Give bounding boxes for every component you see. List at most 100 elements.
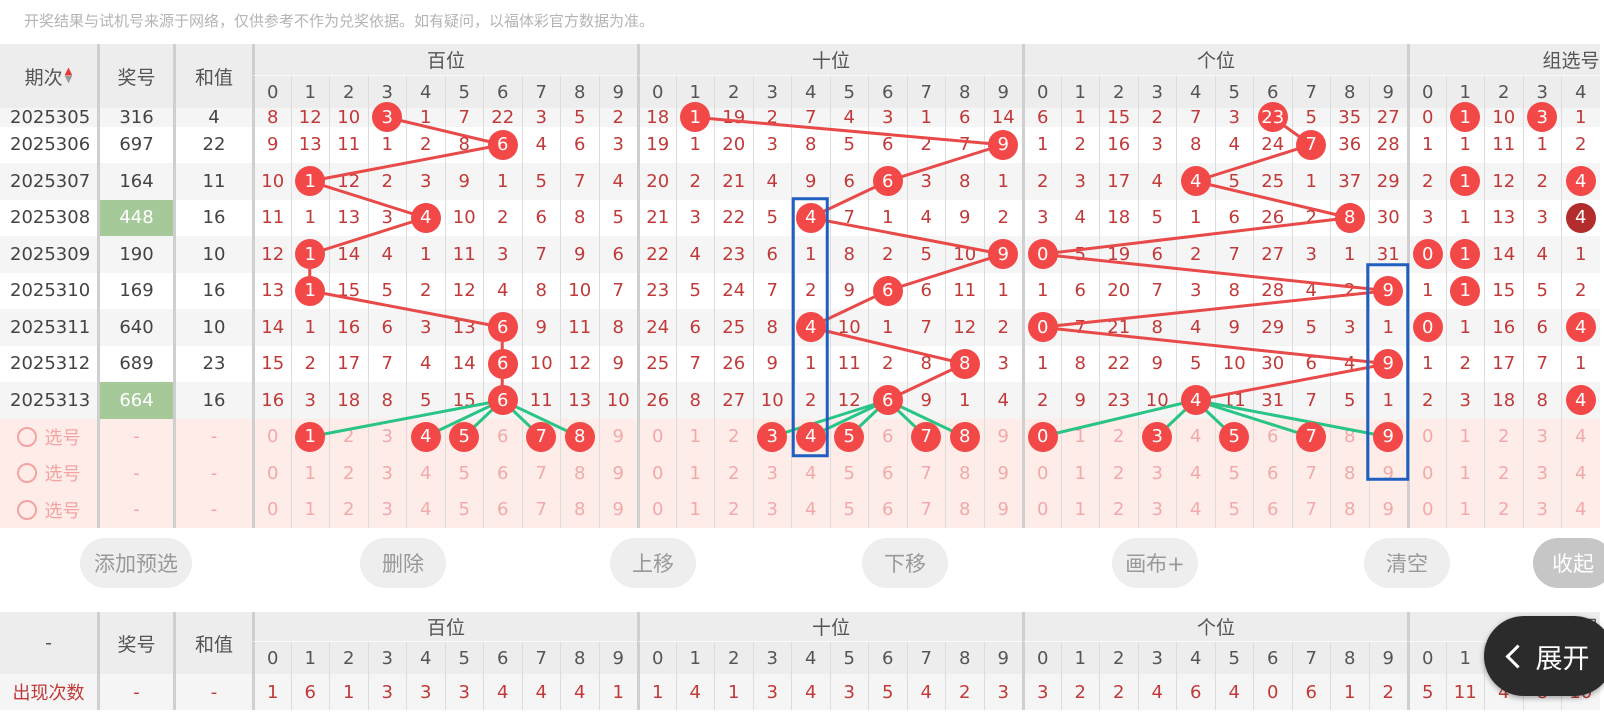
select-row-label[interactable]: 选号 [0,455,100,492]
selected-ball[interactable]: 3 [757,421,788,452]
select-digit-cell[interactable]: 6 [1253,455,1292,492]
select-digit-cell[interactable]: 1 [290,418,329,455]
select-digit-cell[interactable]: 6 [868,418,907,455]
select-digit-cell[interactable]: 8 [560,455,599,492]
select-digit-cell[interactable]: 5 [1214,491,1253,528]
select-digit-cell[interactable]: 8 [945,455,984,492]
select-digit-cell[interactable]: 1 [675,491,714,528]
select-digit-cell[interactable]: 8 [945,418,984,455]
select-digit-cell[interactable]: 4 [791,418,830,455]
selected-ball[interactable]: 3 [1142,421,1173,452]
select-digit-cell[interactable]: 2 [714,455,753,492]
selected-ball[interactable]: 8 [564,421,595,452]
select-digit-cell[interactable]: 1 [1445,491,1484,528]
select-digit-cell[interactable]: 5 [1214,418,1253,455]
select-digit-cell[interactable]: 9 [1368,418,1407,455]
select-digit-cell[interactable]: 4 [791,491,830,528]
select-digit-cell[interactable]: 0 [1407,418,1446,455]
select-digit-cell[interactable]: 4 [1561,455,1600,492]
selected-ball[interactable]: 1 [295,421,326,452]
selected-ball[interactable]: 8 [949,421,980,452]
select-digit-cell[interactable]: 7 [906,491,945,528]
select-digit-cell[interactable]: 5 [1214,455,1253,492]
radio-icon[interactable] [16,426,37,447]
select-digit-cell[interactable]: 9 [598,491,637,528]
select-digit-cell[interactable]: 6 [868,491,907,528]
select-digit-cell[interactable]: 0 [1407,491,1446,528]
select-digit-cell[interactable]: 8 [1330,491,1369,528]
select-digit-cell[interactable]: 9 [983,455,1022,492]
select-digit-cell[interactable]: 5 [444,491,483,528]
select-digit-cell[interactable]: 6 [483,455,522,492]
select-digit-cell[interactable]: 6 [483,491,522,528]
select-digit-cell[interactable]: 6 [483,418,522,455]
select-digit-cell[interactable]: 2 [1484,418,1523,455]
select-row-label[interactable]: 选号 [0,418,100,455]
select-digit-cell[interactable]: 1 [1445,455,1484,492]
select-digit-cell[interactable]: 7 [1291,455,1330,492]
select-digit-cell[interactable]: 2 [714,491,753,528]
select-digit-cell[interactable]: 3 [367,418,406,455]
select-digit-cell[interactable]: 3 [752,455,791,492]
select-digit-cell[interactable]: 0 [1022,455,1061,492]
select-digit-cell[interactable]: 2 [329,455,368,492]
period-header[interactable]: 期次 ▲ ▼ [0,44,100,108]
select-digit-cell[interactable]: 4 [791,455,830,492]
select-digit-cell[interactable]: 6 [1253,418,1292,455]
select-digit-cell[interactable]: 3 [367,455,406,492]
select-digit-cell[interactable]: 2 [329,491,368,528]
select-digit-cell[interactable]: 8 [560,418,599,455]
select-digit-cell[interactable]: 1 [290,491,329,528]
clear-button[interactable]: 清空 [1364,538,1450,588]
select-digit-cell[interactable]: 9 [983,418,1022,455]
select-digit-cell[interactable]: 5 [444,455,483,492]
select-digit-cell[interactable]: 5 [829,418,868,455]
select-digit-cell[interactable]: 9 [1368,491,1407,528]
collapse-button[interactable]: 收起 [1533,538,1604,588]
select-digit-cell[interactable]: 7 [521,491,560,528]
select-digit-cell[interactable]: 7 [1291,418,1330,455]
select-digit-cell[interactable]: 3 [1522,418,1561,455]
select-digit-cell[interactable]: 1 [1445,418,1484,455]
select-digit-cell[interactable]: 0 [252,491,291,528]
select-digit-cell[interactable]: 4 [1176,455,1215,492]
select-digit-cell[interactable]: 2 [1484,455,1523,492]
selected-ball[interactable]: 9 [1373,421,1404,452]
selected-ball[interactable]: 0 [1027,421,1058,452]
select-digit-cell[interactable]: 4 [406,455,445,492]
expand-button[interactable]: 展开 [1484,616,1604,696]
select-digit-cell[interactable]: 0 [637,418,676,455]
select-digit-cell[interactable]: 8 [560,491,599,528]
select-digit-cell[interactable]: 9 [598,455,637,492]
select-digit-cell[interactable]: 4 [1176,418,1215,455]
add-preselect-button[interactable]: 添加预选 [80,538,192,588]
select-digit-cell[interactable]: 3 [752,418,791,455]
selected-ball[interactable]: 5 [834,421,865,452]
select-digit-cell[interactable]: 3 [1137,418,1176,455]
select-digit-cell[interactable]: 8 [945,491,984,528]
selected-ball[interactable]: 7 [1296,421,1327,452]
radio-icon[interactable] [16,463,37,484]
select-digit-cell[interactable]: 7 [906,418,945,455]
select-digit-cell[interactable]: 1 [1060,455,1099,492]
select-row-label[interactable]: 选号 [0,491,100,528]
select-digit-cell[interactable]: 7 [521,418,560,455]
select-digit-cell[interactable]: 0 [637,491,676,528]
select-digit-cell[interactable]: 0 [637,455,676,492]
select-digit-cell[interactable]: 5 [444,418,483,455]
select-digit-cell[interactable]: 1 [1060,418,1099,455]
select-digit-cell[interactable]: 2 [714,418,753,455]
select-digit-cell[interactable]: 2 [1099,455,1138,492]
select-digit-cell[interactable]: 0 [1022,491,1061,528]
select-digit-cell[interactable]: 2 [1484,491,1523,528]
select-digit-cell[interactable]: 3 [1522,455,1561,492]
select-digit-cell[interactable]: 2 [1099,418,1138,455]
selected-ball[interactable]: 7 [911,421,942,452]
select-digit-cell[interactable]: 4 [1561,418,1600,455]
move-up-button[interactable]: 上移 [610,538,696,588]
select-digit-cell[interactable]: 0 [1022,418,1061,455]
canvas-plus-button[interactable]: 画布+ [1112,538,1198,588]
select-digit-cell[interactable]: 0 [252,455,291,492]
delete-button[interactable]: 删除 [360,538,446,588]
select-digit-cell[interactable]: 6 [1253,491,1292,528]
